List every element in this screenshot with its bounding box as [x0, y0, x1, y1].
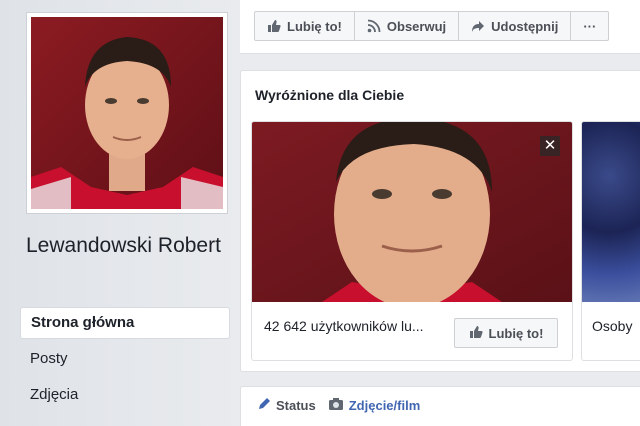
- tab-photo-video[interactable]: Zdjęcie/film: [328, 397, 421, 414]
- tab-status[interactable]: Status: [257, 397, 316, 414]
- like-page-button[interactable]: Lubię to!: [255, 12, 355, 40]
- follow-button[interactable]: Obserwuj: [355, 12, 460, 40]
- close-icon[interactable]: ✕: [540, 136, 560, 156]
- page-title: Lewandowski Robert: [26, 234, 221, 257]
- thumbs-up-icon: [469, 325, 483, 342]
- featured-card-image[interactable]: ✕: [252, 122, 572, 302]
- like-page-label: Lubię to!: [287, 18, 342, 34]
- profile-picture-frame[interactable]: [26, 12, 228, 214]
- post-composer: Status Zdjęcie/film: [240, 386, 640, 426]
- featured-card-2-image[interactable]: [582, 122, 640, 302]
- page-action-bar: Lubię to! Obserwuj Udostępnij ···: [240, 0, 640, 54]
- profile-picture[interactable]: [31, 17, 223, 209]
- rss-icon: [367, 19, 381, 33]
- share-arrow-icon: [471, 19, 485, 33]
- follow-label: Obserwuj: [386, 18, 447, 34]
- featured-for-you-section: Wyróżnione dla Ciebie ✕ 42 642 użytkowni…: [240, 70, 640, 372]
- likes-count-text: 42 642 użytkowników lu...: [264, 318, 424, 334]
- share-button[interactable]: Udostępnij: [459, 12, 572, 40]
- sidebar-nav: Strona główna Posty Zdjęcia: [20, 307, 230, 412]
- camera-icon: [328, 397, 344, 414]
- featured-card-2[interactable]: Osoby: [581, 121, 640, 361]
- thumbs-up-icon: [267, 19, 281, 33]
- sidebar-item-home[interactable]: Strona główna: [20, 307, 230, 339]
- featured-card-2-label: Osoby: [592, 318, 633, 334]
- card-like-label: Lubię to!: [488, 325, 544, 341]
- composer-tabs: Status Zdjęcie/film: [257, 397, 420, 414]
- left-column: Lewandowski Robert Strona główna Posty Z…: [0, 0, 240, 426]
- share-label: Udostępnij: [491, 18, 559, 34]
- tab-status-label: Status: [276, 398, 316, 413]
- card-like-button[interactable]: Lubię to!: [454, 318, 558, 348]
- more-options-button[interactable]: ···: [571, 12, 608, 40]
- tab-photo-video-label: Zdjęcie/film: [348, 398, 421, 413]
- action-button-group: Lubię to! Obserwuj Udostępnij ···: [254, 11, 610, 41]
- featured-photo-image: [252, 122, 572, 302]
- more-dots-icon: ···: [583, 18, 597, 34]
- sidebar-item-posts[interactable]: Posty: [20, 342, 230, 376]
- pencil-icon: [257, 397, 271, 414]
- featured-card[interactable]: ✕ 42 642 użytkowników lu... Lubię to!: [251, 121, 573, 361]
- section-title: Wyróżnione dla Ciebie: [255, 87, 405, 103]
- profile-photo-image: [31, 17, 223, 209]
- sidebar-item-photos[interactable]: Zdjęcia: [20, 378, 230, 412]
